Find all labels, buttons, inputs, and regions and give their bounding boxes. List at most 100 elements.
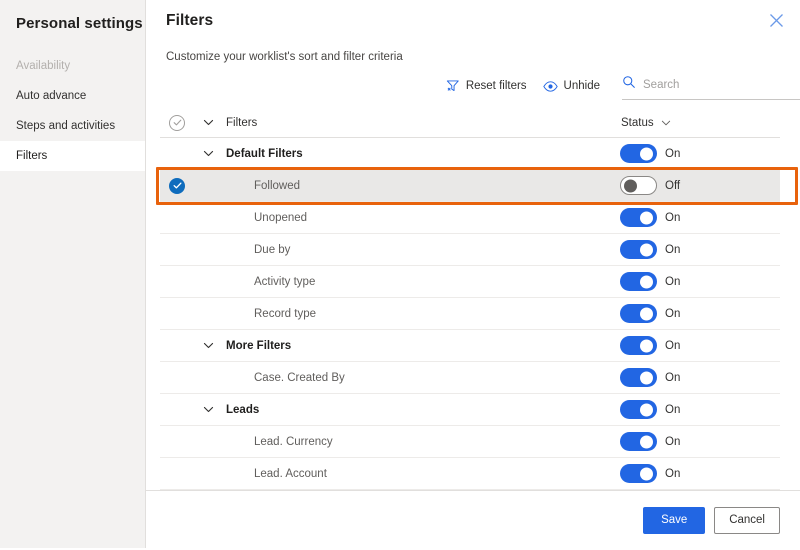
table-row[interactable]: Unopened On	[160, 202, 780, 234]
toggle-knob	[624, 179, 637, 192]
sidebar-item-steps-and-activities[interactable]: Steps and activities	[0, 111, 145, 141]
chevron-down-icon[interactable]	[194, 340, 222, 351]
toggle-knob	[640, 339, 653, 352]
toggle-knob	[640, 211, 653, 224]
table-row[interactable]: Lead. Account On	[160, 458, 780, 490]
status-label: On	[665, 339, 681, 352]
status-toggle[interactable]	[620, 272, 657, 291]
panel-header: Filters Customize your worklist's sort a…	[146, 0, 800, 65]
toggle-knob	[640, 467, 653, 480]
status-label: On	[665, 147, 681, 160]
status-toggle[interactable]	[620, 176, 657, 195]
search-box[interactable]	[622, 72, 800, 100]
row-status-cell: Off	[620, 176, 780, 195]
status-label: On	[665, 275, 681, 288]
row-select-cell[interactable]	[160, 177, 194, 194]
unhide-label: Unhide	[563, 80, 600, 92]
search-input[interactable]	[643, 78, 800, 91]
column-header-filters[interactable]: Filters	[222, 117, 620, 129]
search-icon	[622, 75, 636, 94]
status-toggle[interactable]	[620, 464, 657, 483]
row-status-cell: On	[620, 144, 780, 163]
row-label: Lead. Account	[254, 467, 327, 480]
eye-icon	[542, 79, 558, 94]
table-row[interactable]: Followed Off	[160, 170, 780, 202]
status-toggle[interactable]	[620, 400, 657, 419]
status-toggle[interactable]	[620, 336, 657, 355]
sidebar: Personal settings Availability Auto advan…	[0, 0, 146, 548]
table-row[interactable]: Case. Created By On	[160, 362, 780, 394]
table-body: Default Filters On Followed Off Unopened On Du…	[160, 138, 780, 490]
toolbar: Reset filters Unhide	[146, 72, 800, 100]
status-toggle[interactable]	[620, 368, 657, 387]
reset-filters-button[interactable]: Reset filters	[438, 72, 535, 100]
sidebar-item-auto-advance[interactable]: Auto advance	[0, 81, 145, 111]
table-row[interactable]: Leads On	[160, 394, 780, 426]
status-toggle[interactable]	[620, 304, 657, 323]
check-circle-outline-icon[interactable]	[169, 114, 185, 131]
row-status-cell: On	[620, 208, 780, 227]
close-icon[interactable]	[764, 8, 788, 32]
chevron-down-icon[interactable]	[661, 118, 671, 128]
status-label: On	[665, 307, 681, 320]
save-button[interactable]: Save	[643, 507, 706, 534]
check-circle-filled-icon[interactable]	[169, 177, 185, 194]
chevron-down-icon[interactable]	[194, 148, 222, 159]
toggle-knob	[640, 243, 653, 256]
status-toggle[interactable]	[620, 432, 657, 451]
table-row[interactable]: More Filters On	[160, 330, 780, 362]
status-label: On	[665, 211, 681, 224]
status-label: On	[665, 467, 681, 480]
row-status-cell: On	[620, 400, 780, 419]
row-label: Leads	[226, 403, 260, 416]
sidebar-item-label: Availability	[16, 60, 71, 72]
table-row[interactable]: Default Filters On	[160, 138, 780, 170]
chevron-down-icon[interactable]	[194, 404, 222, 415]
page-title: Personal settings	[16, 15, 143, 32]
status-label: On	[665, 435, 681, 448]
status-toggle[interactable]	[620, 240, 657, 259]
table-row[interactable]: Lead. Currency On	[160, 426, 780, 458]
sidebar-nav: Availability Auto advance Steps and activi…	[0, 51, 145, 171]
column-header-status: Status	[621, 116, 654, 129]
row-label: Case. Created By	[254, 371, 345, 384]
column-header-status-cell[interactable]: Status	[620, 117, 780, 129]
toggle-knob	[640, 307, 653, 320]
row-status-cell: On	[620, 304, 780, 323]
unhide-button[interactable]: Unhide	[535, 72, 608, 100]
cancel-button[interactable]: Cancel	[714, 507, 780, 534]
row-label: Default Filters	[226, 147, 303, 160]
toggle-knob	[640, 403, 653, 416]
row-status-cell: On	[620, 464, 780, 483]
sidebar-item-availability: Availability	[0, 51, 145, 81]
row-label: Record type	[254, 307, 317, 320]
table-header-row: Filters Status	[160, 108, 780, 138]
chevron-down-icon[interactable]	[194, 117, 222, 128]
sidebar-item-label: Filters	[16, 150, 48, 162]
status-label: Off	[665, 179, 681, 192]
status-toggle[interactable]	[620, 208, 657, 227]
panel-subtitle: Customize your worklist's sort and filte…	[166, 51, 403, 63]
sidebar-item-filters[interactable]: Filters	[0, 141, 145, 171]
table-row[interactable]: Due by On	[160, 234, 780, 266]
toggle-knob	[640, 435, 653, 448]
settings-dialog: Personal settings Availability Auto advan…	[0, 0, 800, 548]
sidebar-item-label: Auto advance	[16, 90, 87, 102]
toggle-knob	[640, 275, 653, 288]
status-toggle[interactable]	[620, 144, 657, 163]
status-label: On	[665, 243, 681, 256]
table-row[interactable]: Activity type On	[160, 266, 780, 298]
table-row[interactable]: Record type On	[160, 298, 780, 330]
status-label: On	[665, 403, 681, 416]
row-status-cell: On	[620, 272, 780, 291]
row-status-cell: On	[620, 432, 780, 451]
row-label: More Filters	[226, 339, 292, 352]
dialog-footer: Save Cancel	[146, 490, 800, 550]
filters-table: Filters Status Default Filters On Followed…	[146, 108, 800, 490]
row-status-cell: On	[620, 240, 780, 259]
row-label: Unopened	[254, 211, 308, 224]
row-label: Activity type	[254, 275, 316, 288]
panel-title: Filters	[166, 12, 214, 29]
select-all-cell[interactable]	[160, 114, 194, 131]
toggle-knob	[640, 371, 653, 384]
